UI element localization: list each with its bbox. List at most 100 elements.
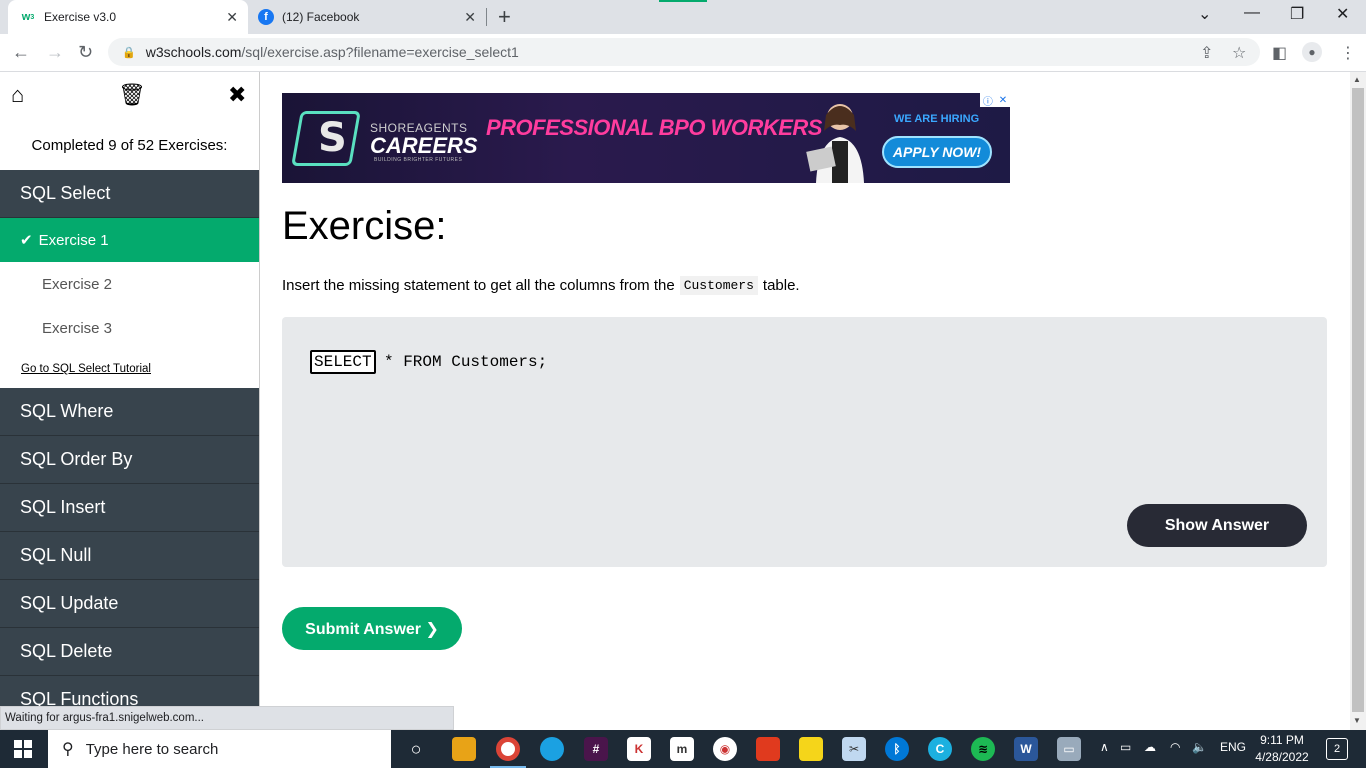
ad-person-image xyxy=(806,104,864,183)
taskbar-search-box[interactable]: ⚲ Type here to search xyxy=(48,730,391,768)
category-sql-where[interactable]: SQL Where xyxy=(0,388,259,436)
menu-kebab-icon[interactable]: ⋮ xyxy=(1340,43,1356,63)
scrollbar-thumb[interactable] xyxy=(1352,88,1364,712)
submit-answer-button[interactable]: Submit Answer ❯ xyxy=(282,607,462,650)
page-title: Exercise: xyxy=(282,204,447,248)
category-sql-update[interactable]: SQL Update xyxy=(0,580,259,628)
battery-icon[interactable]: ▭ xyxy=(1120,740,1131,754)
slack-icon[interactable]: # xyxy=(584,737,608,761)
category-sql-delete[interactable]: SQL Delete xyxy=(0,628,259,676)
close-sidebar-icon[interactable]: ✖ xyxy=(228,82,246,108)
address-bar[interactable]: 🔒 w3schools.com/sql/exercise.asp?filenam… xyxy=(108,38,1260,66)
bookmark-star-icon[interactable]: ☆ xyxy=(1232,43,1246,63)
ad-brand-main: CAREERS xyxy=(370,133,478,158)
adchoices-icon[interactable]: ⓘ ✕ xyxy=(980,93,1010,108)
profile-avatar-icon[interactable]: ● xyxy=(1302,42,1322,62)
wifi-icon[interactable]: ◠ xyxy=(1170,740,1180,754)
minimize-button[interactable]: — xyxy=(1244,4,1260,22)
sidebar-toolbar: ⌂ 🗑 ✖ xyxy=(0,72,259,120)
completed-counter: Completed 9 of 52 Exercises: xyxy=(31,136,228,154)
restore-button[interactable]: ❐ xyxy=(1290,4,1304,24)
clock-time: 9:11 PM xyxy=(1260,733,1304,747)
close-tab-icon[interactable]: ✕ xyxy=(226,9,238,26)
category-sql-null[interactable]: SQL Null xyxy=(0,532,259,580)
code-editor-box: * FROM Customers; Show Answer xyxy=(282,317,1327,567)
url-path: /sql/exercise.asp?filename=exercise_sele… xyxy=(241,44,519,60)
bluetooth-icon[interactable]: ᛒ xyxy=(885,737,909,761)
page-scrollbar[interactable]: ▲ ▼ xyxy=(1350,72,1366,730)
tab-title: Exercise v3.0 xyxy=(44,10,117,24)
category-sql-select[interactable]: SQL Select xyxy=(0,170,259,218)
reload-icon[interactable]: ↻ xyxy=(78,42,93,63)
edge-icon[interactable] xyxy=(540,737,564,761)
category-sql-insert[interactable]: SQL Insert xyxy=(0,484,259,532)
media-player-icon[interactable]: ◉ xyxy=(713,737,737,761)
tab-facebook[interactable]: f (12) Facebook ✕ xyxy=(250,0,486,34)
taskbar-clock[interactable]: 9:11 PM 4/28/2022 xyxy=(1252,732,1312,766)
scroll-up-icon[interactable]: ▲ xyxy=(1353,75,1361,84)
exercise-label: Exercise 1 xyxy=(38,231,109,249)
exercise-main: S SHOREAGENTS CAREERS BUILDING BRIGHTER … xyxy=(260,72,1350,730)
trash-icon[interactable]: 🗑 xyxy=(118,82,146,108)
exercise-item-3[interactable]: Exercise 3 xyxy=(0,306,259,350)
window-close-button[interactable]: ✕ xyxy=(1336,4,1349,24)
desc-text-end: table. xyxy=(762,277,800,294)
new-tab-button[interactable]: + xyxy=(498,4,511,30)
code-line: * FROM Customers; xyxy=(310,350,547,374)
kaspersky-icon[interactable]: K xyxy=(627,737,651,761)
lock-icon: 🔒 xyxy=(122,46,136,59)
tab-strip-accent xyxy=(659,0,707,2)
spotify-icon[interactable]: ≋ xyxy=(971,737,995,761)
search-icon: ⚲ xyxy=(62,741,74,758)
show-answer-button[interactable]: Show Answer xyxy=(1127,504,1307,547)
tab-title: (12) Facebook xyxy=(282,10,360,24)
onedrive-icon[interactable]: ☁ xyxy=(1144,740,1156,754)
home-icon[interactable]: ⌂ xyxy=(11,82,24,108)
moodle-icon[interactable]: m xyxy=(670,737,694,761)
office-icon[interactable] xyxy=(756,737,780,761)
word-icon[interactable]: W xyxy=(1014,737,1038,761)
answer-input[interactable] xyxy=(310,350,376,374)
search-placeholder: Type here to search xyxy=(85,740,219,758)
share-icon[interactable]: ⇪ xyxy=(1200,43,1213,63)
tray-chevron-icon[interactable]: ∧ xyxy=(1100,740,1109,754)
cortana-icon[interactable]: ○ xyxy=(404,737,428,761)
canva-icon[interactable]: C xyxy=(928,737,952,761)
language-indicator[interactable]: ENG xyxy=(1220,740,1246,754)
ad-hiring-text: WE ARE HIRING xyxy=(894,113,980,125)
tab-divider xyxy=(486,8,487,26)
tutorial-link[interactable]: Go to SQL Select Tutorial xyxy=(0,350,259,388)
desc-text: Insert the missing statement to get all … xyxy=(282,277,675,294)
forward-icon[interactable]: → xyxy=(46,42,64,63)
browser-status-bar: Waiting for argus-fra1.snigelweb.com... xyxy=(0,706,454,730)
exercise-description: Insert the missing statement to get all … xyxy=(282,276,800,295)
url-domain: w3schools.com xyxy=(145,44,242,60)
facebook-icon: f xyxy=(258,9,274,25)
side-panel-icon[interactable]: ◧ xyxy=(1272,43,1287,63)
w3-icon: w3 xyxy=(21,11,35,23)
exercise-item-1[interactable]: ✔ Exercise 1 xyxy=(0,218,259,262)
sticky-notes-icon[interactable] xyxy=(799,737,823,761)
checkmark-icon: ✔ xyxy=(20,232,33,249)
remote-desktop-icon[interactable]: ▭ xyxy=(1057,737,1081,761)
close-tab-icon[interactable]: ✕ xyxy=(464,9,476,26)
ad-headline: PROFESSIONAL BPO WORKERS xyxy=(486,115,822,140)
file-explorer-icon[interactable] xyxy=(452,737,476,761)
notification-count: 2 xyxy=(1333,743,1341,755)
code-rest: * FROM Customers; xyxy=(384,353,548,371)
volume-icon[interactable]: 🔈 xyxy=(1192,740,1207,754)
advertisement-banner[interactable]: S SHOREAGENTS CAREERS BUILDING BRIGHTER … xyxy=(282,93,1010,183)
exercise-item-2[interactable]: Exercise 2 xyxy=(0,262,259,306)
windows-start-icon[interactable] xyxy=(14,740,32,758)
browser-tab-strip: w3 Exercise v3.0 ✕ f (12) Facebook ✕ + ⌄… xyxy=(0,0,1366,34)
category-sql-order-by[interactable]: SQL Order By xyxy=(0,436,259,484)
tab-exercise[interactable]: w3 Exercise v3.0 ✕ xyxy=(8,0,248,34)
scroll-down-icon[interactable]: ▼ xyxy=(1353,716,1361,725)
snipping-tool-icon[interactable]: ✂ xyxy=(842,737,866,761)
ad-apply-button[interactable]: APPLY NOW! xyxy=(882,136,992,168)
tab-search-icon[interactable]: ⌄ xyxy=(1198,4,1211,24)
notification-center-icon[interactable]: 2 xyxy=(1326,738,1348,760)
back-icon[interactable]: ← xyxy=(12,42,30,63)
chrome-icon[interactable] xyxy=(496,737,520,761)
ad-brand-tagline: BUILDING BRIGHTER FUTURES xyxy=(374,157,463,163)
